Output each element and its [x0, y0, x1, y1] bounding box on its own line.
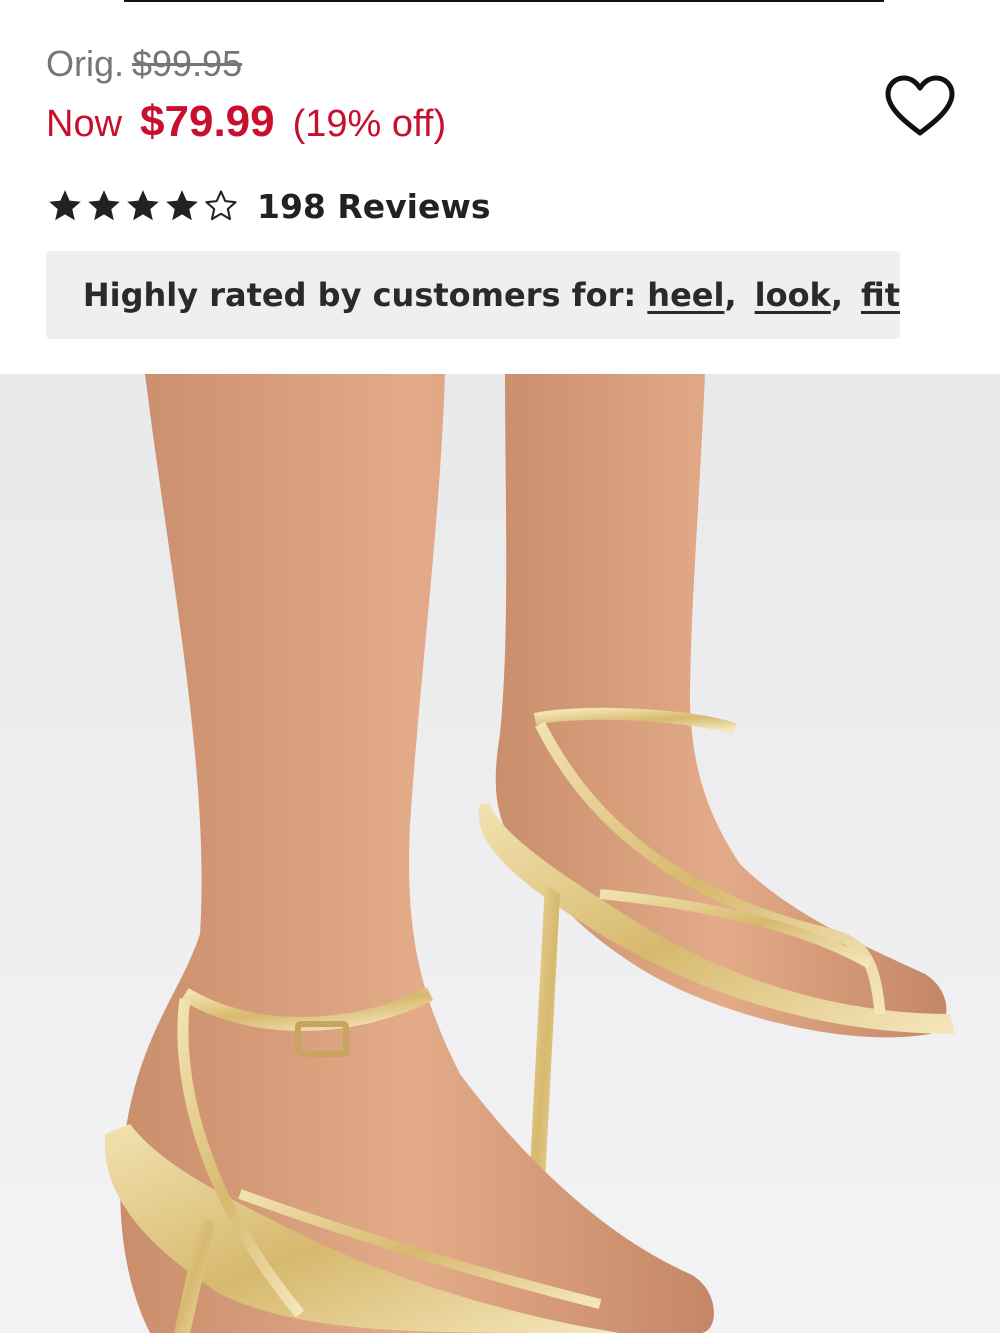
product-image[interactable] [0, 374, 1000, 1333]
star-filled-icon [166, 190, 198, 221]
highlight-tag-look[interactable]: look [755, 276, 831, 314]
star-filled-icon [88, 190, 120, 221]
star-rating [46, 187, 241, 225]
sale-price: $79.99 [140, 97, 275, 146]
highlight-tag-fit[interactable]: fit [861, 276, 900, 314]
price-block: Orig. $99.95 Now $79.99 (19% off) [46, 44, 447, 146]
star-empty-icon [205, 190, 237, 221]
original-price: $99.95 [132, 43, 243, 84]
customer-highlights: Highly rated by customers for: heel, look… [46, 251, 900, 339]
star-filled-icon [127, 190, 159, 221]
rating-row: 198 Reviews [46, 182, 491, 230]
original-price-label: Orig. [46, 43, 125, 84]
top-divider [124, 0, 884, 2]
product-photo [0, 374, 1000, 1333]
original-price-row: Orig. $99.95 [46, 44, 446, 84]
reviews-link[interactable]: 198 Reviews [257, 187, 491, 226]
discount-percent: (19% off) [292, 103, 447, 145]
highlights-text: Highly rated by customers for: heel, look… [82, 276, 900, 314]
highlight-tag-heel[interactable]: heel [647, 276, 724, 314]
sale-price-row: Now $79.99 (19% off) [46, 97, 447, 146]
heart-outline-icon [885, 75, 955, 136]
highlights-label: Highly rated by customers for: [82, 276, 637, 314]
star-filled-icon [49, 190, 81, 221]
sparkle-icon [64, 294, 65, 296]
wishlist-button[interactable] [880, 68, 960, 144]
sale-price-label: Now [46, 103, 123, 145]
